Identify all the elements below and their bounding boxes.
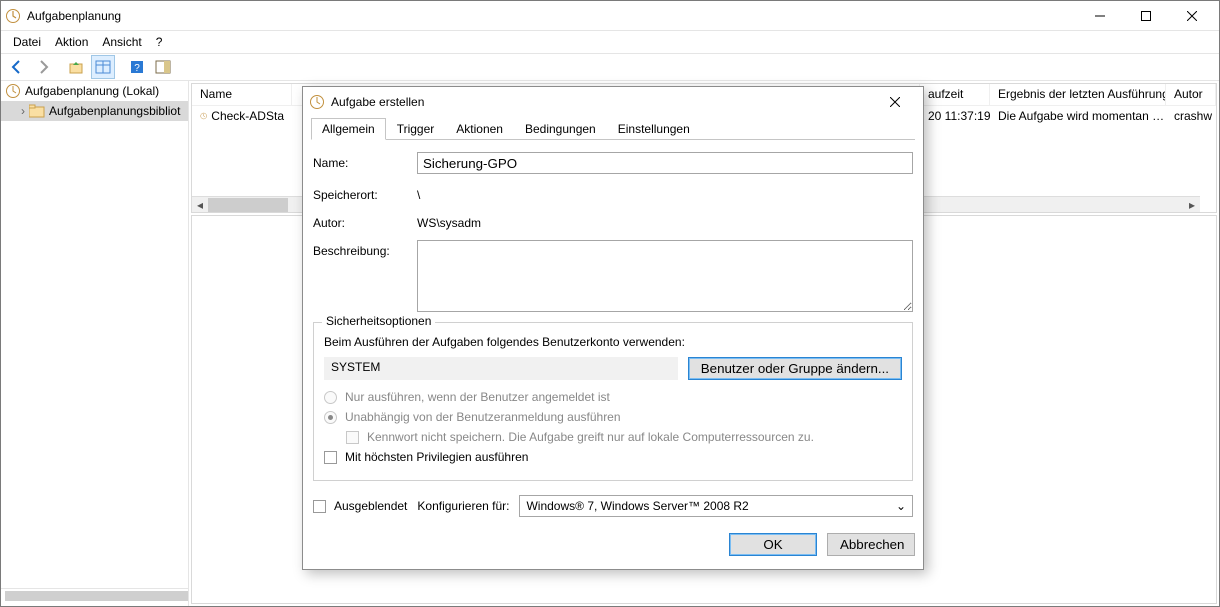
dialog-close-button[interactable] (873, 88, 917, 116)
task-name: Check-ADSta (211, 109, 284, 123)
label-description: Beschreibung: (313, 240, 417, 258)
task-author: crashw (1166, 108, 1216, 124)
menu-help[interactable]: ? (150, 34, 169, 50)
change-user-button[interactable]: Benutzer oder Gruppe ändern... (688, 357, 902, 380)
svg-text:?: ? (134, 63, 140, 74)
configure-for-select[interactable]: Windows® 7, Windows Server™ 2008 R2 ⌄ (519, 495, 913, 517)
tab-actions[interactable]: Aktionen (445, 118, 514, 140)
tree-library-label: Aufgabenplanungsbibliot (49, 104, 180, 118)
window-title: Aufgabenplanung (27, 9, 121, 23)
task-result: Die Aufgabe wird momentan … (990, 108, 1166, 124)
help-button[interactable]: ? (125, 55, 149, 79)
security-account-value: SYSTEM (324, 357, 678, 380)
tree-pane: Aufgabenplanung (Lokal) › Aufgabenplanun… (1, 81, 189, 606)
opt-run-anytime: Unabhängig von der Benutzeranmeldung aus… (324, 410, 902, 424)
dialog-title: Aufgabe erstellen (331, 95, 424, 109)
clock-icon (309, 94, 325, 110)
tree-library[interactable]: › Aufgabenplanungsbibliot (1, 101, 188, 121)
minimize-button[interactable] (1077, 1, 1123, 31)
back-button[interactable] (5, 55, 29, 79)
menu-file[interactable]: Datei (7, 34, 47, 50)
security-options-legend: Sicherheitsoptionen (322, 314, 435, 328)
label-name: Name: (313, 152, 417, 170)
value-author: WS\sysadm (417, 212, 481, 230)
forward-button[interactable] (31, 55, 55, 79)
chevron-right-icon: › (17, 104, 29, 118)
tab-trigger[interactable]: Trigger (386, 118, 446, 140)
clock-icon (200, 108, 207, 124)
tab-general[interactable]: Allgemein (311, 118, 386, 140)
close-button[interactable] (1169, 1, 1215, 31)
ok-button[interactable]: OK (729, 533, 817, 556)
menu-action[interactable]: Aktion (49, 34, 94, 50)
description-input[interactable] (417, 240, 913, 312)
col-name[interactable]: Name (192, 84, 292, 105)
view-detail-button[interactable] (91, 55, 115, 79)
create-task-dialog: Aufgabe erstellen Allgemein Trigger Akti… (302, 86, 924, 570)
opt-no-password: Kennwort nicht speichern. Die Aufgabe gr… (324, 430, 902, 444)
tree-statusbar (1, 588, 188, 606)
opt-highest-privileges[interactable]: Mit höchsten Privilegien ausführen (324, 450, 902, 464)
tree-root[interactable]: Aufgabenplanung (Lokal) (1, 81, 188, 101)
opt-hidden[interactable]: Ausgeblendet (313, 499, 407, 513)
label-author: Autor: (313, 212, 417, 230)
label-configure-for: Konfigurieren für: (417, 499, 509, 513)
col-author[interactable]: Autor (1166, 84, 1216, 105)
clock-icon (5, 83, 21, 99)
configure-for-value: Windows® 7, Windows Server™ 2008 R2 (526, 499, 748, 513)
value-location: \ (417, 184, 420, 202)
chevron-down-icon: ⌄ (896, 499, 906, 513)
menu-view[interactable]: Ansicht (96, 34, 147, 50)
task-time: 20 11:37:19 (920, 108, 990, 124)
col-last-result[interactable]: Ergebnis der letzten Ausführung (990, 84, 1166, 105)
folder-icon (29, 104, 45, 118)
maximize-button[interactable] (1123, 1, 1169, 31)
label-location: Speicherort: (313, 184, 417, 202)
task-scheduler-icon (5, 8, 21, 24)
tab-conditions[interactable]: Bedingungen (514, 118, 607, 140)
security-account-label: Beim Ausführen der Aufgaben folgendes Be… (324, 335, 902, 349)
col-runtime[interactable]: aufzeit (920, 84, 990, 105)
name-input[interactable] (417, 152, 913, 174)
tab-settings[interactable]: Einstellungen (607, 118, 701, 140)
actions-pane-button[interactable] (151, 55, 175, 79)
up-button[interactable] (65, 55, 89, 79)
cancel-button[interactable]: Abbrechen (827, 533, 915, 556)
opt-run-logged-on: Nur ausführen, wenn der Benutzer angemel… (324, 390, 902, 404)
tree-root-label: Aufgabenplanung (Lokal) (25, 84, 159, 98)
toolbar: ? (1, 53, 1219, 81)
security-options-group: Sicherheitsoptionen Beim Ausführen der A… (313, 322, 913, 481)
